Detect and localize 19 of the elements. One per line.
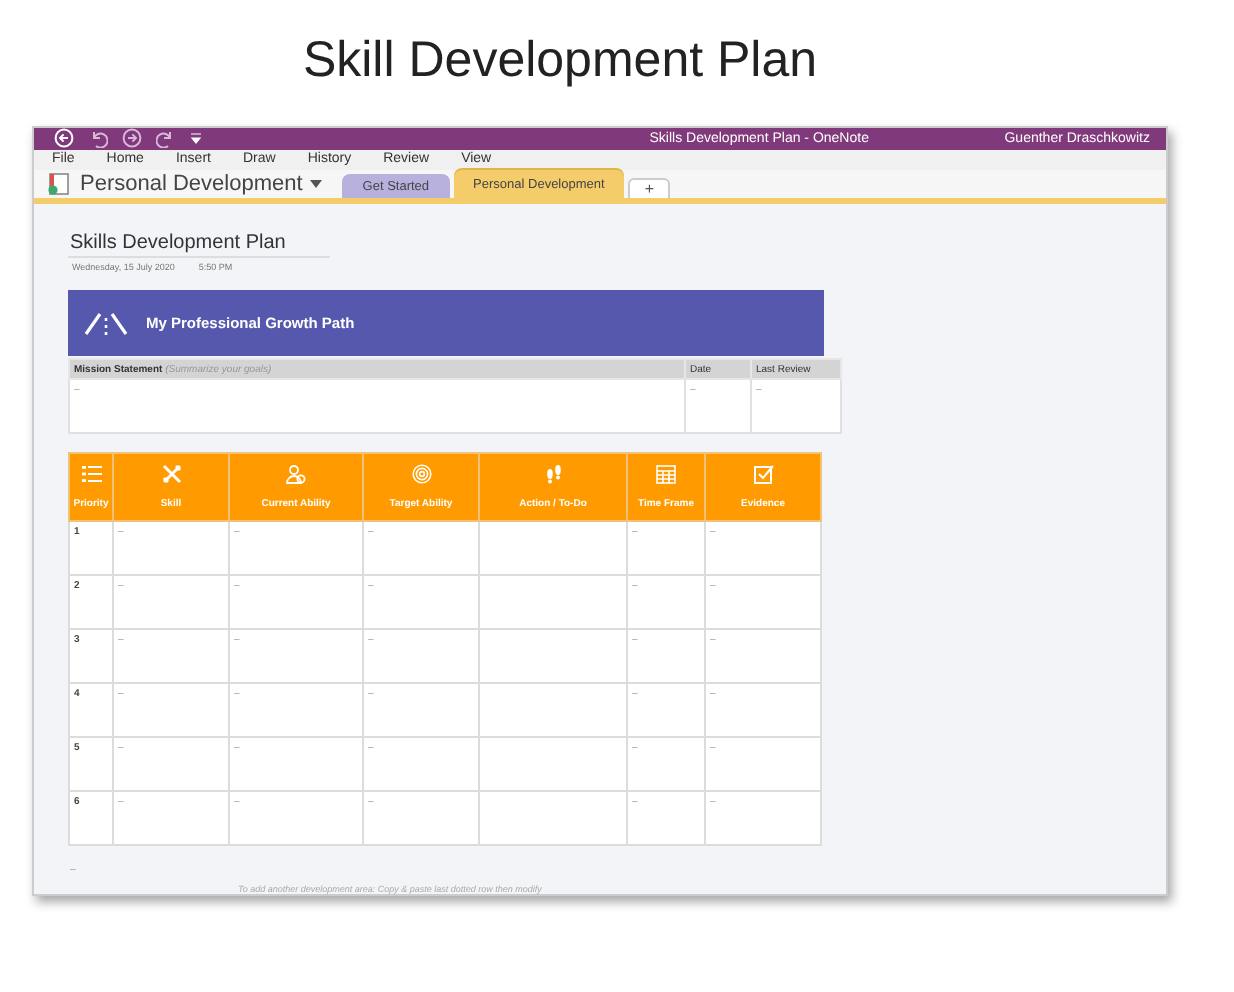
dropdown-icon[interactable]: [190, 132, 202, 145]
page-title[interactable]: Skills Development Plan: [68, 232, 330, 258]
caret-icon[interactable]: [310, 180, 323, 188]
tools-icon: [161, 464, 181, 484]
person-icon: [286, 464, 306, 484]
checkbox-icon: [753, 464, 773, 484]
back-icon[interactable]: [54, 128, 74, 149]
target-icon: [411, 464, 431, 484]
redo-icon[interactable]: [156, 128, 176, 149]
slide-title: Skill Development Plan: [300, 32, 820, 92]
list-icon: [81, 464, 101, 484]
add-section-tab[interactable]: +: [628, 178, 670, 198]
notebook-name[interactable]: Personal Development: [80, 172, 303, 196]
notebook-icon[interactable]: [46, 172, 72, 196]
calendar-icon: [656, 464, 676, 484]
undo-icon[interactable]: [88, 128, 108, 149]
forward-icon[interactable]: [122, 128, 142, 149]
road-icon: [84, 311, 128, 335]
footprints-icon: [543, 464, 563, 484]
